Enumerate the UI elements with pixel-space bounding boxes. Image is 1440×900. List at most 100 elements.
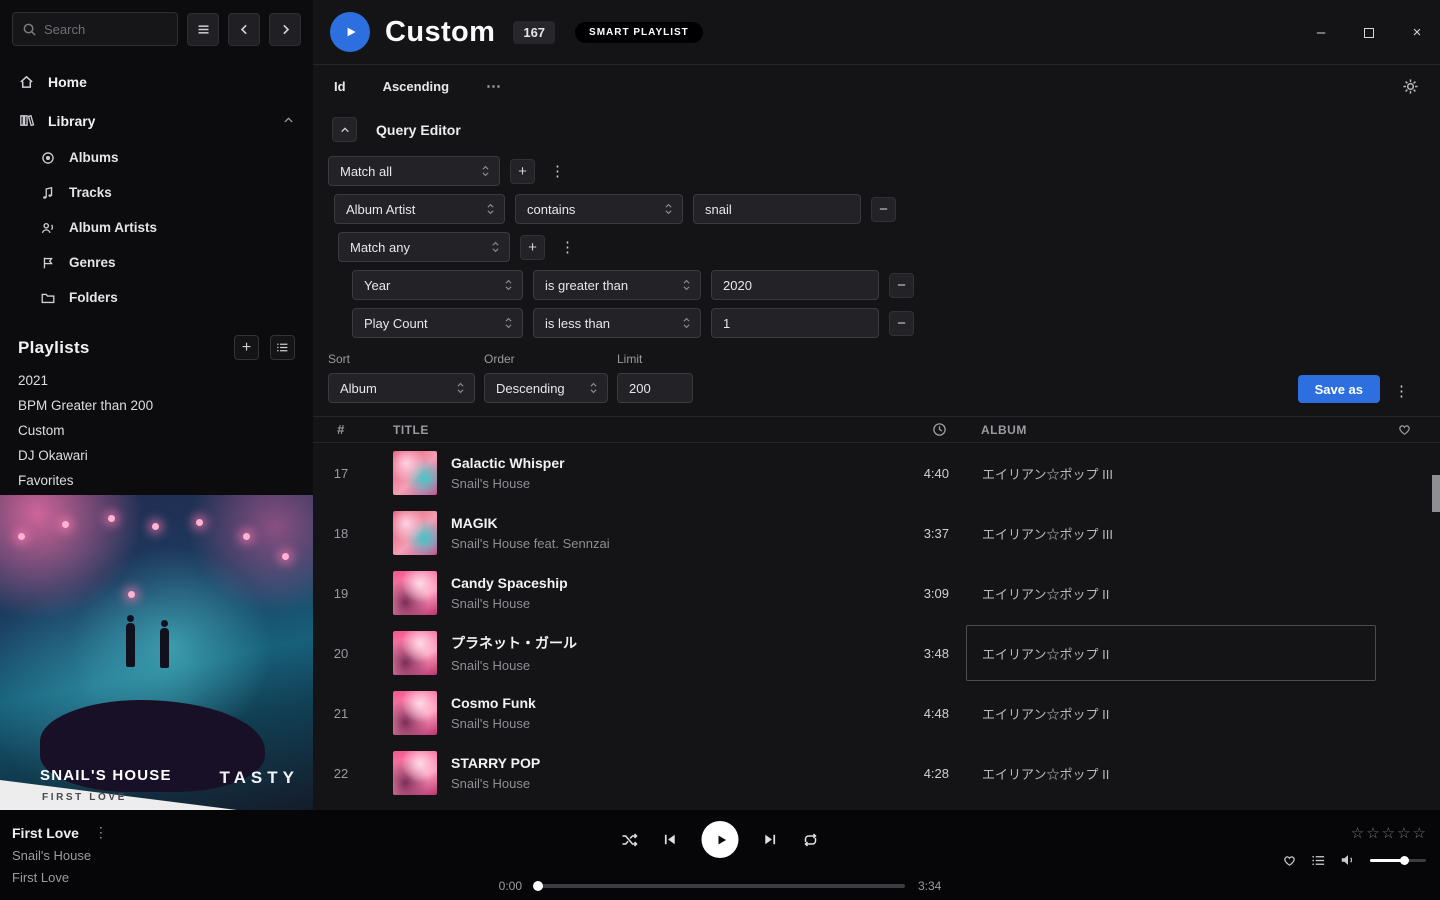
menu-button[interactable] (187, 13, 219, 46)
add-playlist-button[interactable]: + (234, 335, 259, 360)
playlist-item[interactable]: Favorites (0, 468, 313, 493)
playlist-item[interactable]: BPM Greater than 200 (0, 393, 313, 418)
rule-field-select[interactable]: Album Artist (334, 194, 505, 224)
sort-select[interactable]: Album (328, 373, 475, 403)
play-icon (342, 24, 358, 40)
search-input[interactable] (44, 22, 168, 37)
sort-field-control[interactable]: Id (334, 79, 346, 94)
maximize-icon (1364, 28, 1374, 38)
column-header-title[interactable]: TITLE (393, 423, 891, 437)
nav-forward-button[interactable] (269, 13, 301, 46)
volume-button[interactable] (1340, 852, 1356, 868)
track-row[interactable]: 17 Galactic Whisper Snail's House 4:40 エ… (313, 443, 1432, 503)
next-button[interactable] (762, 831, 779, 848)
chevron-up-icon[interactable] (282, 114, 295, 127)
now-playing-artwork: SNAIL'S HOUSE FIRST LOVE TASTY (0, 495, 313, 810)
scrollbar-thumb[interactable] (1432, 475, 1440, 512)
now-playing-artist: Snail's House (12, 848, 108, 863)
search-box[interactable] (12, 12, 178, 46)
add-rule-button[interactable]: + (510, 159, 535, 184)
favorite-button[interactable] (1282, 853, 1297, 868)
track-row[interactable]: 21 Cosmo Funk Snail's House 4:48 エイリアン☆ポ… (313, 683, 1432, 743)
track-thumbnail (393, 751, 437, 795)
previous-button[interactable] (662, 831, 679, 848)
playlist-item[interactable]: DJ Okawari (0, 443, 313, 468)
sort-direction-control[interactable]: Ascending (383, 79, 449, 94)
rule-value-input[interactable] (711, 270, 879, 300)
rule-operator-select[interactable]: is greater than (533, 270, 701, 300)
remove-rule-button[interactable]: − (889, 273, 914, 298)
rule-field-select[interactable]: Play Count (352, 308, 523, 338)
shuffle-button[interactable] (621, 831, 639, 849)
track-album: エイリアン☆ポップ II (966, 685, 1376, 741)
seek-slider[interactable] (535, 884, 905, 888)
track-artist: Snail's House (451, 776, 891, 791)
gear-icon[interactable] (1402, 78, 1419, 95)
remove-rule-button[interactable]: − (889, 311, 914, 336)
sort-column: Sort Album (328, 352, 475, 403)
column-header-favorite[interactable] (1376, 422, 1432, 437)
repeat-button[interactable] (802, 831, 820, 849)
more-options-icon[interactable]: ⋯ (486, 77, 502, 95)
lantern-light (108, 515, 115, 522)
minimize-button[interactable]: – (1312, 24, 1330, 42)
playlist-item[interactable]: 2021 (0, 368, 313, 393)
play-pause-button[interactable] (702, 821, 739, 858)
column-header-album[interactable]: ALBUM (966, 423, 1376, 437)
track-number: 20 (313, 646, 369, 661)
save-as-button[interactable]: Save as (1298, 375, 1380, 403)
maximize-button[interactable] (1360, 24, 1378, 42)
playlist-item[interactable]: Custom (0, 418, 313, 443)
star-icon[interactable]: ☆ (1366, 824, 1379, 842)
sidebar-item-tracks[interactable]: Tracks (0, 175, 313, 210)
track-row[interactable]: 20 プラネット・ガール Snail's House 3:48 エイリアン☆ポッ… (313, 623, 1432, 683)
group-menu-button[interactable]: ⋮ (555, 235, 580, 260)
track-row[interactable]: 22 STARRY POP Snail's House 4:28 エイリアン☆ポ… (313, 743, 1432, 803)
match-mode-select[interactable]: Match any (338, 232, 510, 262)
sidebar-item-library[interactable]: Library (0, 101, 313, 140)
star-icon[interactable]: ☆ (1351, 824, 1364, 842)
rating-stars[interactable]: ☆ ☆ ☆ ☆ ☆ (1351, 824, 1426, 842)
plus-icon: + (242, 339, 251, 357)
volume-slider[interactable] (1370, 859, 1426, 862)
volume-thumb[interactable] (1400, 856, 1409, 865)
sidebar-item-albums[interactable]: Albums (0, 140, 313, 175)
track-row[interactable]: 18 MAGIK Snail's House feat. Sennzai 3:3… (313, 503, 1432, 563)
nav-back-button[interactable] (228, 13, 260, 46)
rule-operator-select[interactable]: is less than (533, 308, 701, 338)
track-duration: 3:09 (891, 586, 951, 601)
order-select[interactable]: Descending (484, 373, 608, 403)
save-menu-button[interactable]: ⋮ (1389, 378, 1414, 403)
match-mode-select[interactable]: Match all (328, 156, 500, 186)
column-header-index[interactable]: # (313, 422, 369, 437)
table-body: 17 Galactic Whisper Snail's House 4:40 エ… (313, 443, 1440, 810)
track-row[interactable]: 19 Candy Spaceship Snail's House 3:09 エイ… (313, 563, 1432, 623)
star-icon[interactable]: ☆ (1413, 824, 1426, 842)
limit-input[interactable] (617, 373, 693, 403)
seek-thumb[interactable] (533, 881, 543, 891)
queue-button[interactable] (1311, 853, 1326, 868)
rule-value-input[interactable] (693, 194, 861, 224)
sidebar-item-album-artists[interactable]: Album Artists (0, 210, 313, 245)
playlist-view-button[interactable] (270, 335, 295, 360)
rule-value-input[interactable] (711, 308, 879, 338)
sidebar-item-folders[interactable]: Folders (0, 280, 313, 315)
star-icon[interactable]: ☆ (1382, 824, 1395, 842)
group-menu-button[interactable]: ⋮ (545, 159, 570, 184)
column-header-duration[interactable] (891, 422, 951, 437)
scrollbar[interactable] (1432, 443, 1440, 810)
rule-field-select[interactable]: Year (352, 270, 523, 300)
sidebar-item-genres[interactable]: Genres (0, 245, 313, 280)
minus-icon: − (897, 315, 906, 332)
rule-operator-select[interactable]: contains (515, 194, 683, 224)
progress-section: 0:00 3:34 (490, 879, 950, 893)
add-rule-button[interactable]: + (520, 235, 545, 260)
playlist-play-button[interactable] (330, 12, 370, 52)
sidebar-item-home[interactable]: Home (0, 62, 313, 101)
select-arrows-icon (504, 316, 513, 330)
collapse-button[interactable] (332, 117, 357, 142)
close-button[interactable]: × (1408, 24, 1426, 42)
kebab-icon[interactable]: ⋮ (94, 824, 108, 841)
remove-rule-button[interactable]: − (871, 197, 896, 222)
star-icon[interactable]: ☆ (1397, 824, 1410, 842)
